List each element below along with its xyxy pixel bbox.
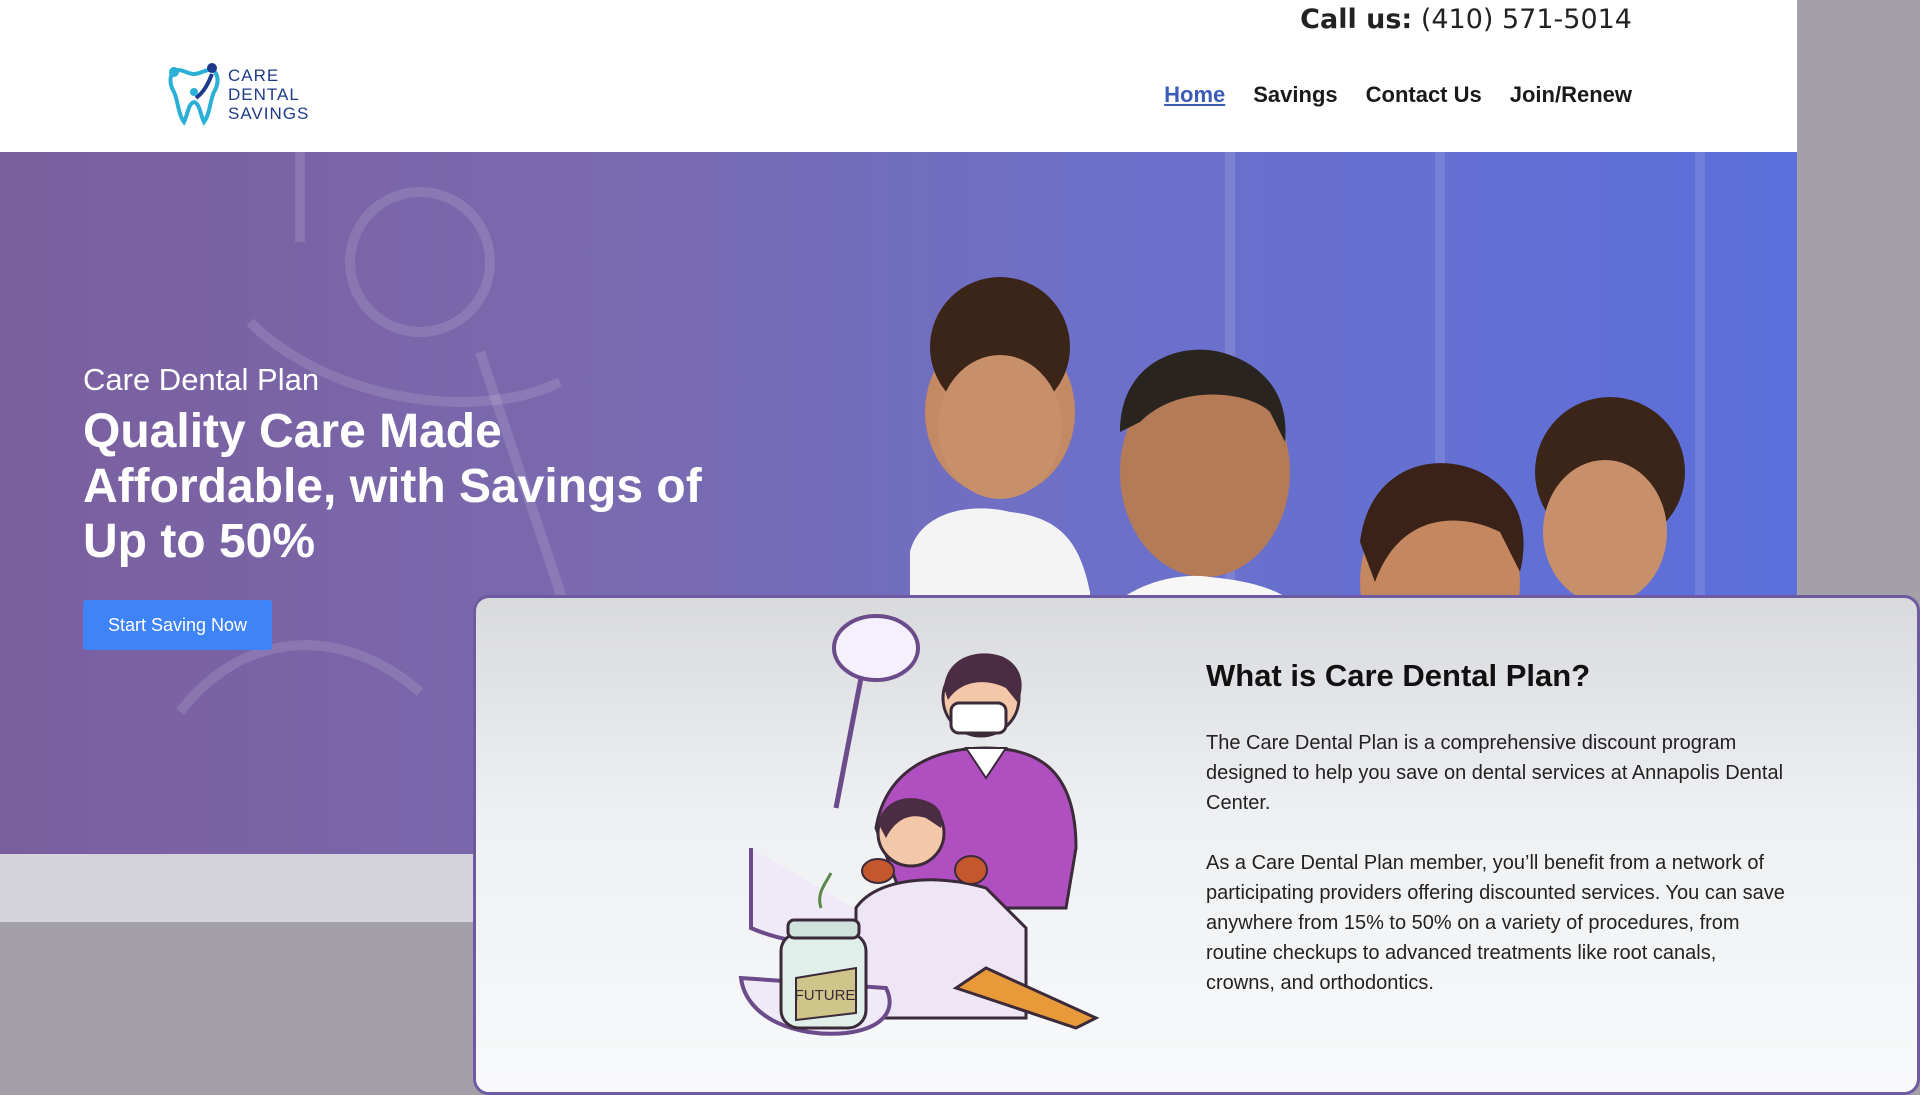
logo-text: CARE DENTAL SAVINGS xyxy=(228,66,309,123)
card-paragraph: The Care Dental Plan is a comprehensive … xyxy=(1206,732,1784,814)
logo-line: CARE xyxy=(228,65,280,85)
tooth-logo-icon xyxy=(168,63,220,126)
main-nav: Home Savings Contact Us Join/Renew xyxy=(1164,82,1632,108)
hero-title: Quality Care Made Affordable, with Savin… xyxy=(83,405,702,568)
call-us: Call us: (410) 571-5014 xyxy=(1300,4,1632,35)
nav-home[interactable]: Home xyxy=(1164,82,1225,108)
site-header: Call us: (410) 571-5014 CARE DENTAL SAVI… xyxy=(0,0,1797,152)
page-background xyxy=(0,922,480,1080)
start-saving-button[interactable]: Start Saving Now xyxy=(83,600,272,650)
call-label: Call us: xyxy=(1300,4,1413,35)
logo[interactable]: CARE DENTAL SAVINGS xyxy=(168,62,309,126)
jar-label: FUTURE xyxy=(795,987,856,1004)
nav-contact-us[interactable]: Contact Us xyxy=(1366,82,1482,108)
dentist-illustration: FUTURE xyxy=(738,614,1100,1036)
logo-line: SAVINGS xyxy=(228,103,310,123)
section-strip xyxy=(0,854,480,922)
card-title: What is Care Dental Plan? xyxy=(1206,658,1591,693)
logo-line: DENTAL xyxy=(228,84,300,104)
card-paragraph: As a Care Dental Plan member, you’ll ben… xyxy=(1206,852,1785,994)
hero-text: Care Dental Plan Quality Care Made Affor… xyxy=(83,362,723,569)
info-card: FUTURE What is Care Dental Plan? The Car… xyxy=(473,595,1920,1095)
hero-subtitle: Care Dental Plan xyxy=(83,362,320,397)
nav-savings[interactable]: Savings xyxy=(1253,82,1337,108)
phone-link[interactable]: (410) 571-5014 xyxy=(1421,4,1632,35)
nav-join-renew[interactable]: Join/Renew xyxy=(1510,82,1632,108)
